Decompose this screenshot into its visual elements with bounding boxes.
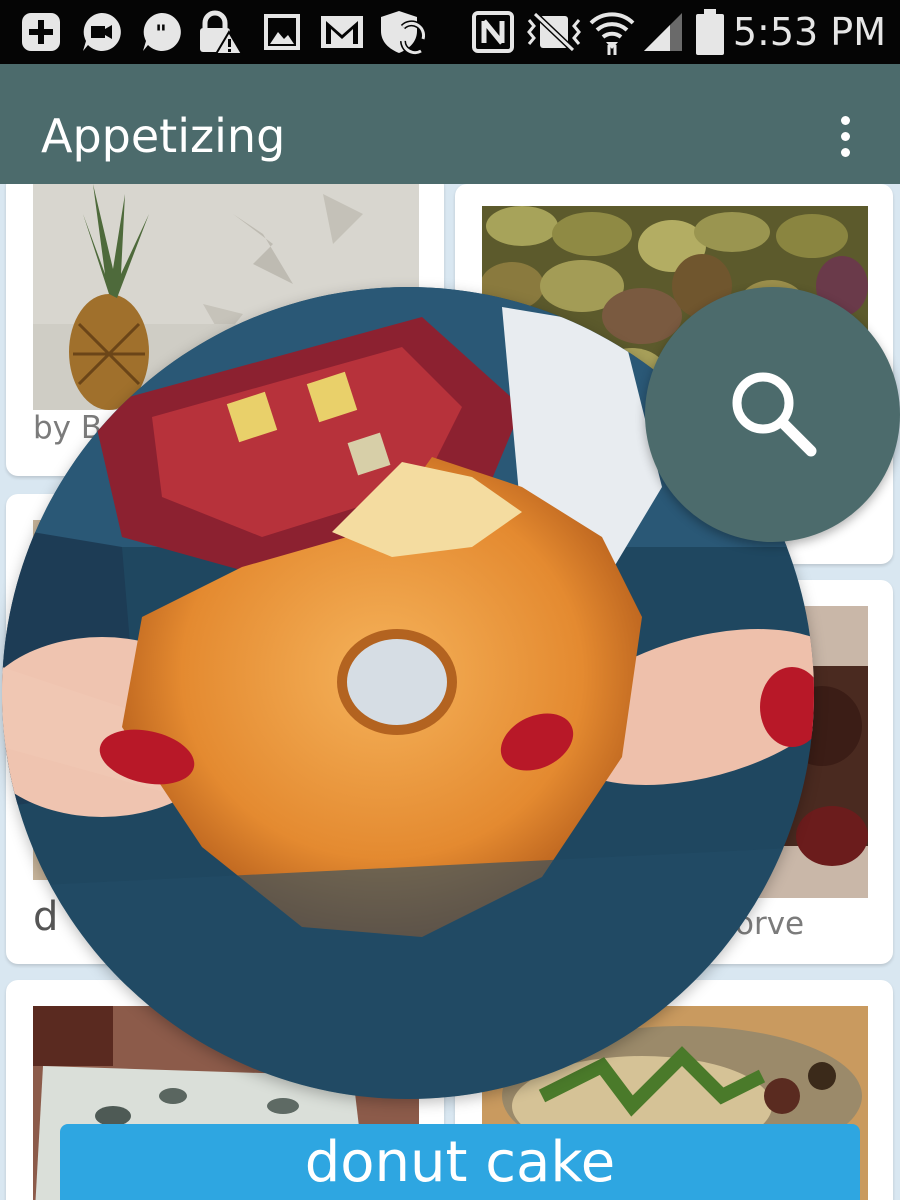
app-bar: Appetizing (0, 64, 900, 184)
signal-icon (640, 10, 686, 54)
lock-alert-icon (196, 10, 244, 54)
battery-icon (692, 9, 728, 55)
gmail-icon (318, 10, 366, 54)
vibrate-off-icon (524, 10, 584, 54)
add-box-icon (18, 10, 64, 54)
search-icon (725, 365, 821, 465)
wifi-icon (588, 10, 636, 55)
card-caption: d (33, 894, 59, 940)
video-chat-icon (78, 10, 124, 54)
chat-quote-icon: " (138, 10, 184, 54)
app-title: Appetizing (41, 109, 286, 163)
status-bar: " 5:53 PM (0, 0, 900, 64)
image-icon (262, 10, 302, 54)
svg-text:": " (155, 22, 166, 47)
shield-sync-icon (376, 10, 426, 55)
preview-label: donut cake (60, 1124, 860, 1200)
nfc-icon (470, 10, 516, 54)
more-vert-icon[interactable] (826, 106, 864, 166)
status-time: 5:53 PM (732, 10, 886, 54)
search-fab[interactable] (645, 287, 900, 542)
